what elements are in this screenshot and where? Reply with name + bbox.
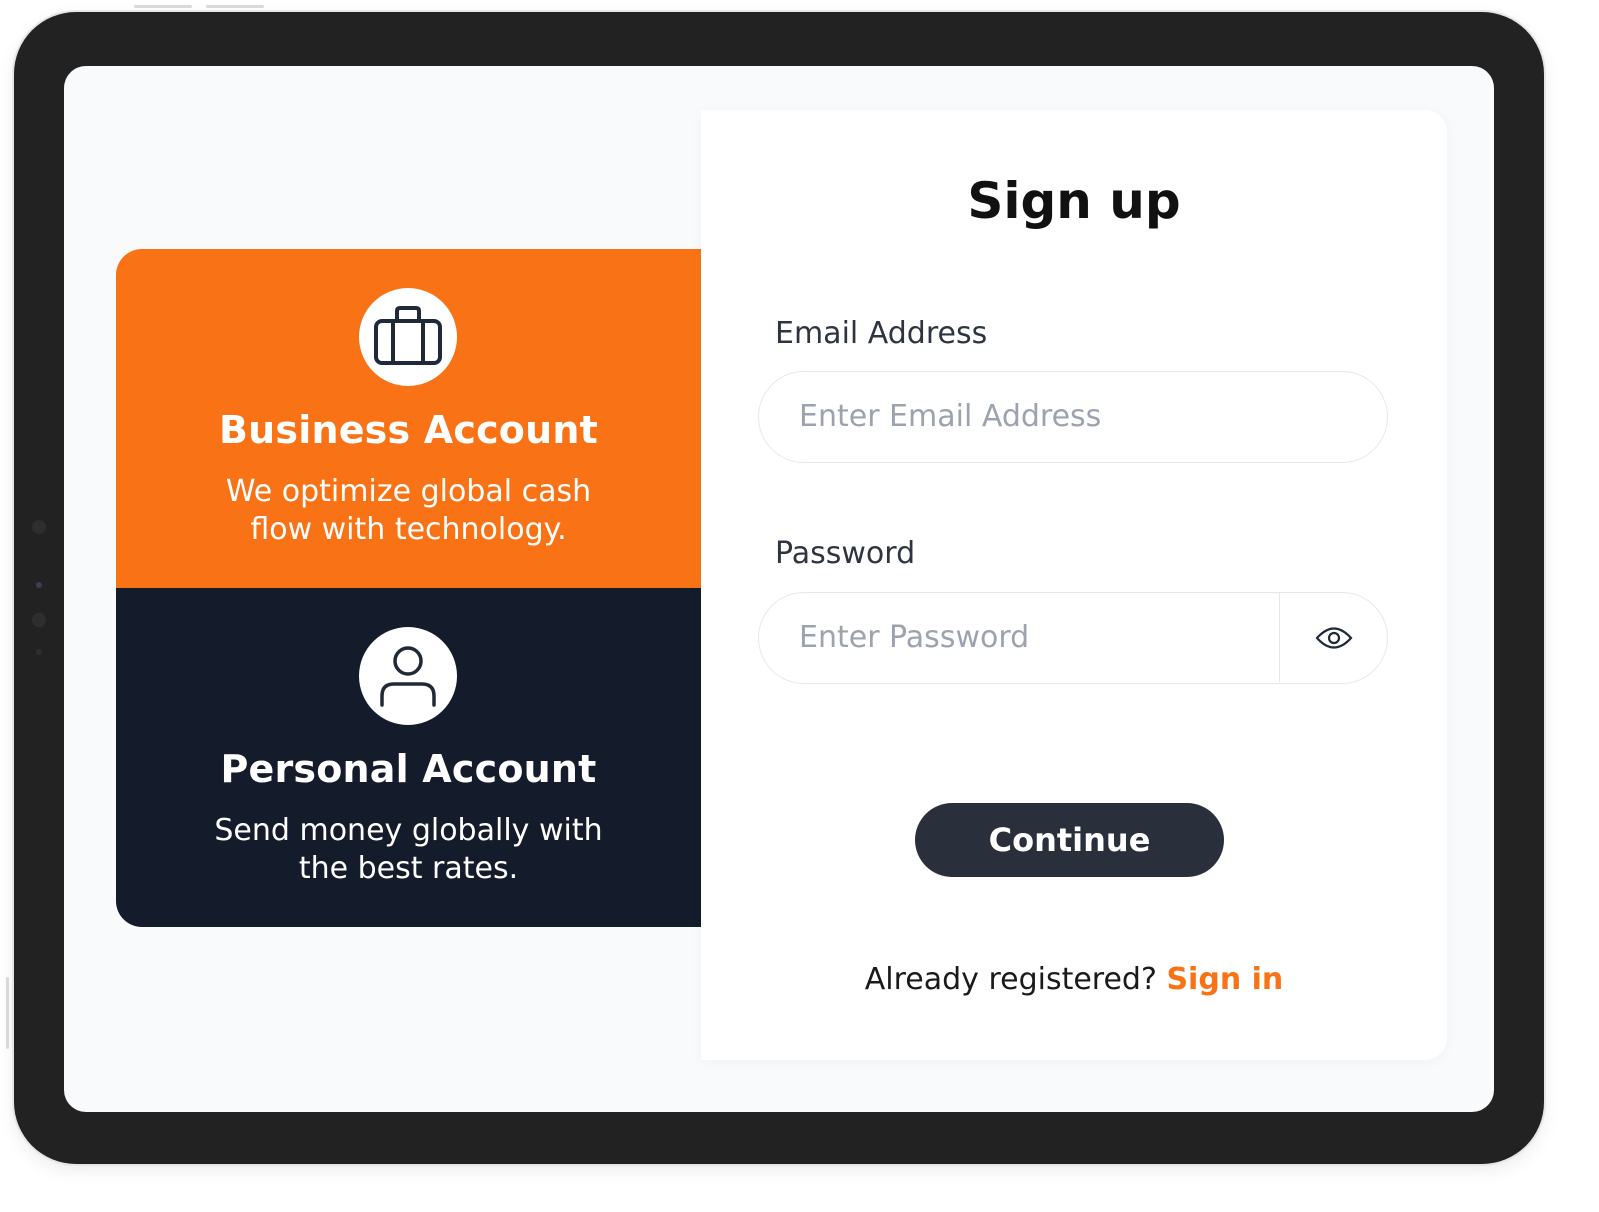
personal-account-description: Send money globally with the best rates. (214, 813, 603, 886)
sensor-dot (36, 582, 42, 588)
password-label: Password (775, 536, 916, 571)
business-account-title: Business Account (219, 408, 598, 452)
password-field[interactable] (799, 593, 1269, 682)
screen: Business Account We optimize global cash… (64, 66, 1494, 1112)
tablet-frame: Business Account We optimize global cash… (6, 5, 1544, 1164)
page-title: Sign up (967, 172, 1181, 230)
mic-dot (36, 649, 42, 655)
personal-account-title: Personal Account (220, 747, 597, 791)
camera-dot-lower (32, 613, 46, 627)
eye-icon (1315, 626, 1352, 649)
side-button (6, 977, 9, 1049)
toggle-password-visibility-button[interactable] (1279, 593, 1387, 682)
email-label: Email Address (775, 316, 988, 351)
continue-button[interactable]: Continue (915, 803, 1224, 877)
signup-card: Sign up Email Address Password Continue … (701, 110, 1447, 1060)
email-field[interactable] (799, 372, 1359, 461)
email-field-container (758, 371, 1388, 463)
business-account-card[interactable]: Business Account We optimize global cash… (116, 249, 701, 588)
already-registered-text: Already registered? (864, 962, 1157, 997)
account-type-panel: Business Account We optimize global cash… (116, 249, 701, 927)
top-button-left (134, 5, 192, 8)
user-icon (359, 627, 457, 725)
signin-prompt: Already registered? Sign in (701, 962, 1447, 997)
personal-account-card[interactable]: Personal Account Send money globally wit… (116, 588, 701, 927)
top-button-right (206, 5, 264, 8)
business-account-description: We optimize global cash flow with techno… (225, 474, 592, 547)
camera-dot (32, 520, 46, 534)
password-field-container (758, 592, 1388, 684)
signin-link[interactable]: Sign in (1166, 962, 1283, 997)
briefcase-icon (359, 288, 457, 386)
